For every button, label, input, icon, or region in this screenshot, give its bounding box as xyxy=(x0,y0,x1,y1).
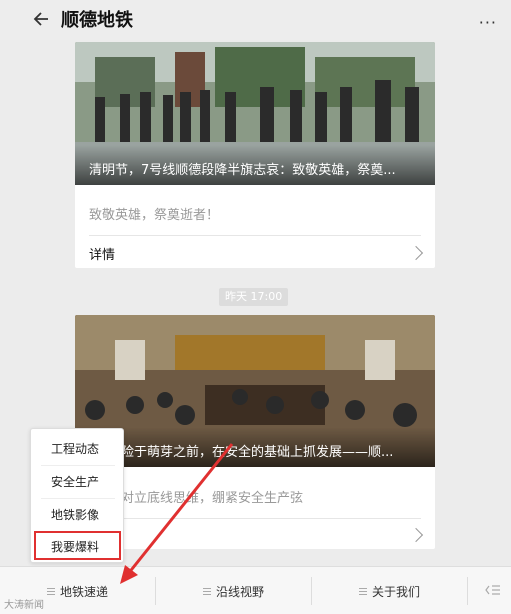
highlight-box xyxy=(34,531,121,560)
menu-icon xyxy=(46,587,55,595)
submenu-popup: 工程动态 安全生产 地铁影像 我要爆料 xyxy=(30,428,124,563)
chevron-right-icon xyxy=(408,245,424,261)
divider xyxy=(89,235,421,236)
bottom-menu-bar: 地铁速递 沿线视野 关于我们 xyxy=(0,566,511,614)
menu-icon xyxy=(202,587,211,595)
back-arrow-icon[interactable] xyxy=(33,10,51,28)
page-title: 顺德地铁 xyxy=(61,10,133,31)
tab-label: 关于我们 xyxy=(371,584,420,599)
chevron-right-icon xyxy=(408,527,424,543)
menu-icon xyxy=(358,587,367,595)
article-card[interactable]: 险于萌芽之前，在安全的基础上抓发展——顺... 对立底线思维，绷紧安全生产弦 xyxy=(75,315,435,549)
menu-item-metro-images[interactable]: 地铁影像 xyxy=(31,499,125,531)
tab-label: 沿线视野 xyxy=(215,584,264,599)
menu-item-engineering-news[interactable]: 工程动态 xyxy=(31,433,125,465)
watermark: 大涛新闻 xyxy=(4,600,44,611)
article-caption: 清明节，7号线顺德段降半旗志哀：致敬英雄，祭奠... xyxy=(89,163,396,178)
tab-about-us[interactable]: 关于我们 xyxy=(312,567,467,614)
details-link[interactable]: 详情 xyxy=(89,244,115,263)
divider xyxy=(89,518,421,519)
article-summary: 致敬英雄，祭奠逝者！ xyxy=(89,208,220,223)
tab-line-vision[interactable]: 沿线视野 xyxy=(156,567,311,614)
more-options-icon[interactable]: ··· xyxy=(479,13,497,32)
timestamp-badge: 昨天 17:00 xyxy=(219,288,289,306)
tab-divider xyxy=(467,577,468,605)
article-caption: 险于萌芽之前，在安全的基础上抓发展——顺... xyxy=(121,445,394,460)
top-bar: 顺德地铁 ··· xyxy=(0,0,511,40)
article-summary: 对立底线思维，绷紧安全生产弦 xyxy=(121,491,304,506)
tab-label: 地铁速递 xyxy=(59,584,108,599)
article-card[interactable]: 清明节，7号线顺德段降半旗志哀：致敬英雄，祭奠... 致敬英雄，祭奠逝者！ 详情 xyxy=(75,42,435,268)
menu-item-safety-production[interactable]: 安全生产 xyxy=(31,466,125,498)
keyboard-toggle-icon[interactable] xyxy=(485,583,501,597)
